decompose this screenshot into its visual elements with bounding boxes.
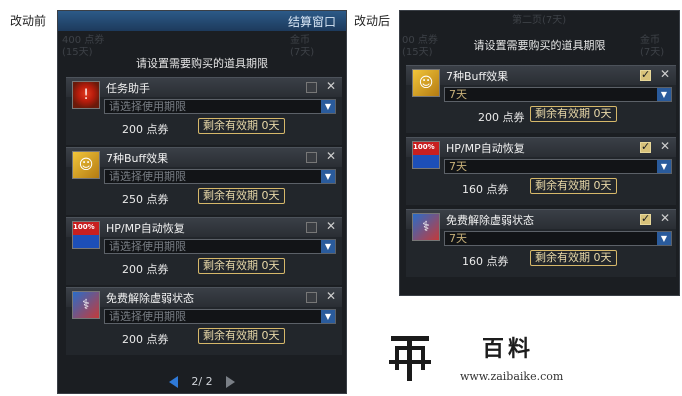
item-checkbox-checked[interactable]	[640, 212, 651, 225]
item-checkbox[interactable]	[306, 292, 317, 303]
before-label: 改动前	[10, 14, 47, 28]
remaining-validity: 剩余有效期 0天	[198, 328, 285, 344]
remove-item-button[interactable]: ✕	[660, 67, 670, 81]
remaining-validity: 剩余有效期 0天	[530, 106, 617, 122]
item-name: 7种Buff效果	[446, 70, 509, 83]
period-select[interactable]: 7天 ▼	[444, 231, 672, 246]
icon-badge: 100%	[73, 223, 95, 231]
remove-item-button[interactable]: ✕	[326, 219, 336, 233]
period-select-value: 7天	[449, 88, 467, 101]
prev-page-icon[interactable]	[169, 375, 179, 388]
item-price: 200 点券	[478, 111, 525, 124]
hpmp-icon: 100%	[72, 221, 100, 249]
item-price: 200 点券	[122, 123, 169, 136]
remove-item-button[interactable]: ✕	[326, 289, 336, 303]
checkout-window-after: 第二页(7天) 00 点券 (15天) 金币 (7天) 请设置需要购买的道具期限…	[399, 10, 680, 296]
free-heal-icon: ⚕	[72, 291, 100, 319]
remaining-validity: 剩余有效期 0天	[198, 188, 285, 204]
item-price: 160 点券	[462, 183, 509, 196]
ghost-text: 金币	[290, 35, 310, 46]
period-select[interactable]: 请选择使用期限 ▼	[104, 99, 336, 114]
item-name: 任务助手	[106, 82, 150, 95]
item-price: 250 点券	[122, 193, 169, 206]
remove-item-button[interactable]: ✕	[326, 79, 336, 93]
item-name: 免费解除虚弱状态	[106, 292, 194, 305]
chevron-down-icon[interactable]: ▼	[321, 310, 335, 323]
chevron-down-icon[interactable]: ▼	[321, 170, 335, 183]
period-select-value: 请选择使用期限	[109, 170, 186, 183]
hpmp-icon: 100%	[412, 141, 440, 169]
item-free-heal: ⚕ 免费解除虚弱状态 ✕ 7天 ▼ 160 点券 剩余有效期 0天	[406, 209, 676, 277]
chevron-down-icon[interactable]: ▼	[321, 240, 335, 253]
item-checkbox-checked[interactable]	[640, 68, 651, 81]
item-name: 免费解除虚弱状态	[446, 214, 534, 227]
period-select-value: 7天	[449, 160, 467, 173]
item-price: 200 点券	[122, 263, 169, 276]
item-hpmp: 100% HP/MP自动恢复 ✕ 7天 ▼ 160 点券 剩余有效期 0天	[406, 137, 676, 205]
period-select-value: 请选择使用期限	[109, 310, 186, 323]
item-name: HP/MP自动恢复	[106, 222, 185, 235]
period-select-value: 请选择使用期限	[109, 240, 186, 253]
chevron-down-icon[interactable]: ▼	[657, 232, 671, 245]
ghost-text: 400 点券	[62, 35, 105, 46]
remaining-validity: 剩余有效期 0天	[198, 258, 285, 274]
buff-icon: ☺	[72, 151, 100, 179]
item-checkbox[interactable]	[306, 82, 317, 93]
alert-icon: !	[72, 81, 100, 109]
period-select[interactable]: 请选择使用期限 ▼	[104, 239, 336, 254]
chevron-down-icon[interactable]: ▼	[321, 100, 335, 113]
after-label: 改动后	[354, 14, 391, 28]
page-indicator: 2/ 2	[191, 375, 213, 388]
icon-badge: 100%	[413, 143, 435, 151]
item-buff: ☺ 7种Buff效果 ✕ 7天 ▼ 200 点券 剩余有效期 0天	[406, 65, 676, 133]
item-checkbox-checked[interactable]	[640, 140, 651, 153]
item-name: HP/MP自动恢复	[446, 142, 525, 155]
item-buff: ☺ 7种Buff效果 ✕ 请选择使用期限 ▼ 250 点券 剩余有效期 0天	[66, 147, 342, 215]
dialog-header: 请设置需要购买的道具期限	[473, 39, 606, 52]
checkout-window-before: 结算窗口 400 点券 (15天) 金币 (7天) 请设置需要购买的道具期限 !…	[57, 10, 347, 394]
remove-item-button[interactable]: ✕	[326, 149, 336, 163]
pagination: 2/ 2	[58, 371, 346, 389]
item-name: 7种Buff效果	[106, 152, 169, 165]
period-select-value: 7天	[449, 232, 467, 245]
remaining-validity: 剩余有效期 0天	[530, 250, 617, 266]
period-select[interactable]: 7天 ▼	[444, 159, 672, 174]
window-title-bar: 结算窗口	[58, 11, 346, 31]
remove-item-button[interactable]: ✕	[660, 211, 670, 225]
remaining-validity: 剩余有效期 0天	[530, 178, 617, 194]
period-select[interactable]: 请选择使用期限 ▼	[104, 309, 336, 324]
item-price: 160 点券	[462, 255, 509, 268]
watermark-brand: 百料	[482, 336, 535, 362]
period-select-value: 请选择使用期限	[109, 100, 186, 113]
next-page-icon[interactable]	[225, 375, 235, 388]
window-title: 结算窗口	[287, 15, 336, 29]
chevron-down-icon[interactable]: ▼	[657, 160, 671, 173]
item-checkbox[interactable]	[306, 222, 317, 233]
item-task-helper: ! 任务助手 ✕ 请选择使用期限 ▼ 200 点券 剩余有效期 0天	[66, 77, 342, 145]
ghost-text: 第二页(7天)	[512, 15, 567, 26]
period-select[interactable]: 请选择使用期限 ▼	[104, 169, 336, 184]
remaining-validity: 剩余有效期 0天	[198, 118, 285, 134]
item-free-heal: ⚕ 免费解除虚弱状态 ✕ 请选择使用期限 ▼ 200 点券 剩余有效期 0天	[66, 287, 342, 355]
item-hpmp: 100% HP/MP自动恢复 ✕ 请选择使用期限 ▼ 200 点券 剩余有效期 0…	[66, 217, 342, 285]
remove-item-button[interactable]: ✕	[660, 139, 670, 153]
free-heal-icon: ⚕	[412, 213, 440, 241]
item-price: 200 点券	[122, 333, 169, 346]
dialog-header: 请设置需要购买的道具期限	[136, 57, 268, 70]
period-select[interactable]: 7天 ▼	[444, 87, 672, 102]
buff-icon: ☺	[412, 69, 440, 97]
watermark-url: www.zaibaike.com	[460, 370, 564, 383]
chevron-down-icon[interactable]: ▼	[657, 88, 671, 101]
watermark-logo-icon	[389, 336, 431, 381]
item-checkbox[interactable]	[306, 152, 317, 163]
